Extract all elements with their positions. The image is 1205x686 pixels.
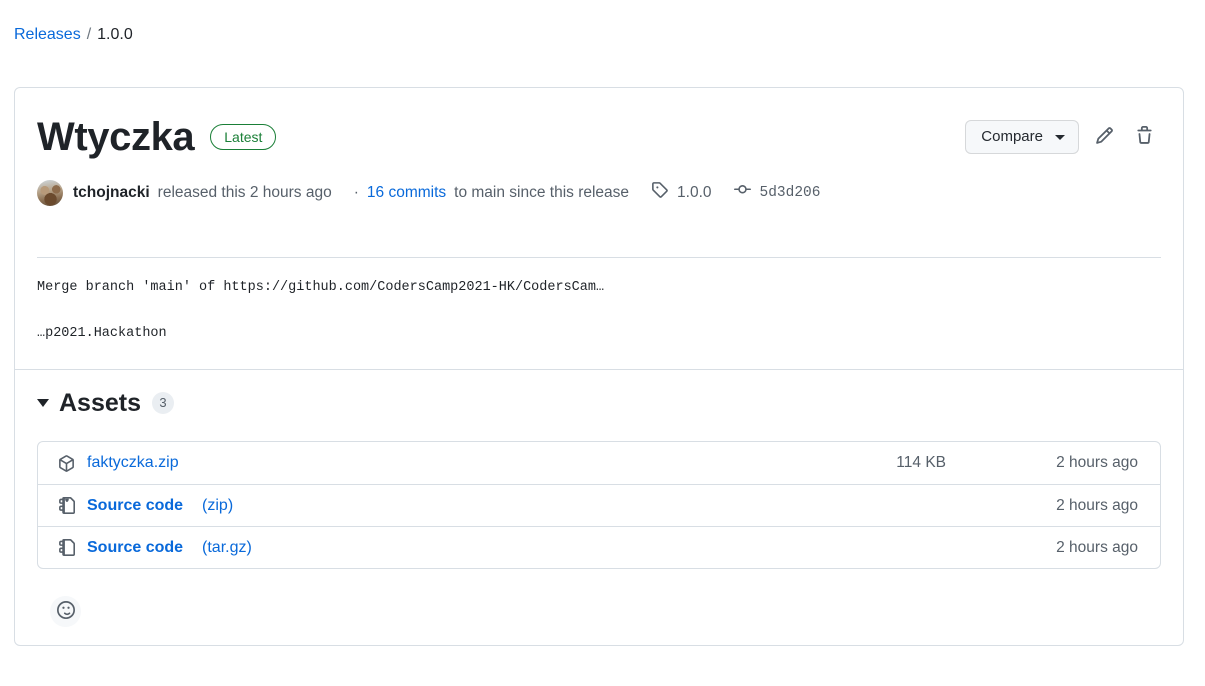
asset-format-suffix: (tar.gz) — [202, 538, 252, 556]
release-meta: tchojnacki released this 2 hours ago · 1… — [37, 180, 1159, 206]
assets-divider — [15, 369, 1183, 370]
commit-icon — [733, 181, 751, 205]
release-actions: Compare — [965, 120, 1159, 154]
edit-release-button[interactable] — [1089, 122, 1119, 152]
asset-name-cell: Source code (tar.gz) — [58, 537, 818, 559]
smiley-icon — [56, 601, 75, 622]
add-reaction-button[interactable] — [50, 596, 81, 627]
asset-name-cell: Source code (zip) — [58, 495, 818, 517]
asset-size: 114 KB — [896, 454, 946, 471]
commits-link[interactable]: 16 commits — [367, 182, 446, 204]
asset-date: 2 hours ago — [1056, 454, 1138, 471]
compare-button[interactable]: Compare — [965, 120, 1079, 154]
release-title-group: Wtyczka Latest — [37, 114, 277, 160]
breadcrumb-releases-link[interactable]: Releases — [14, 23, 81, 47]
meta-dot: · — [353, 184, 359, 201]
breadcrumb-separator: / — [86, 26, 92, 43]
asset-link[interactable]: faktyczka.zip — [87, 452, 179, 474]
breadcrumb-current-version: 1.0.0 — [97, 26, 133, 43]
latest-badge: Latest — [210, 124, 277, 150]
chevron-down-icon — [1055, 134, 1065, 140]
assets-table: faktyczka.zip 114 KB 2 hours ago Source … — [37, 441, 1161, 569]
table-row[interactable]: Source code (zip) 2 hours ago — [38, 484, 1160, 526]
asset-date: 2 hours ago — [1056, 496, 1138, 514]
asset-format-suffix: (zip) — [202, 496, 234, 514]
assets-toggle[interactable]: Assets 3 — [37, 388, 1161, 418]
breadcrumb: Releases / 1.0.0 — [14, 23, 133, 47]
commit-chip: 5d3d206 — [733, 181, 821, 205]
tag-name: 1.0.0 — [677, 184, 712, 201]
tag-chip: 1.0.0 — [651, 181, 712, 205]
header-divider — [37, 257, 1161, 258]
table-row[interactable]: faktyczka.zip 114 KB 2 hours ago — [38, 442, 1160, 484]
release-title-row: Wtyczka Latest Compare — [37, 114, 1159, 160]
tag-icon — [651, 181, 668, 205]
release-card: Wtyczka Latest Compare tchojnacki releas… — [14, 87, 1184, 646]
assets-count-badge: 3 — [152, 392, 174, 414]
asset-link[interactable]: Source code — [87, 537, 183, 559]
package-icon — [58, 454, 75, 472]
release-body-line-1: Merge branch 'main' of https://github.co… — [37, 280, 605, 295]
commits-suffix-text: to main since this release — [454, 184, 630, 201]
release-body: Merge branch 'main' of https://github.co… — [37, 278, 1161, 344]
asset-date: 2 hours ago — [1056, 538, 1138, 556]
asset-name-cell: faktyczka.zip — [58, 452, 818, 474]
compare-button-label: Compare — [981, 128, 1043, 145]
trash-icon — [1135, 126, 1154, 148]
avatar — [37, 180, 63, 206]
release-title: Wtyczka — [37, 115, 195, 159]
file-zip-icon — [58, 539, 75, 556]
assets-section: Assets 3 faktyczka.zip 114 KB 2 hours ag… — [37, 388, 1161, 569]
file-zip-icon — [58, 497, 75, 514]
release-body-line-2: …p2021.Hackathon — [37, 326, 167, 341]
release-published-text: released this 2 hours ago — [157, 184, 332, 201]
delete-release-button[interactable] — [1129, 122, 1159, 152]
release-author[interactable]: tchojnacki — [73, 182, 150, 204]
pencil-icon — [1095, 126, 1114, 148]
chevron-down-icon — [37, 399, 49, 407]
commit-sha: 5d3d206 — [759, 185, 821, 201]
release-header: Wtyczka Latest Compare tchojnacki releas… — [15, 88, 1183, 206]
assets-title: Assets — [59, 389, 141, 417]
table-row[interactable]: Source code (tar.gz) 2 hours ago — [38, 526, 1160, 568]
asset-link[interactable]: Source code — [87, 495, 183, 517]
